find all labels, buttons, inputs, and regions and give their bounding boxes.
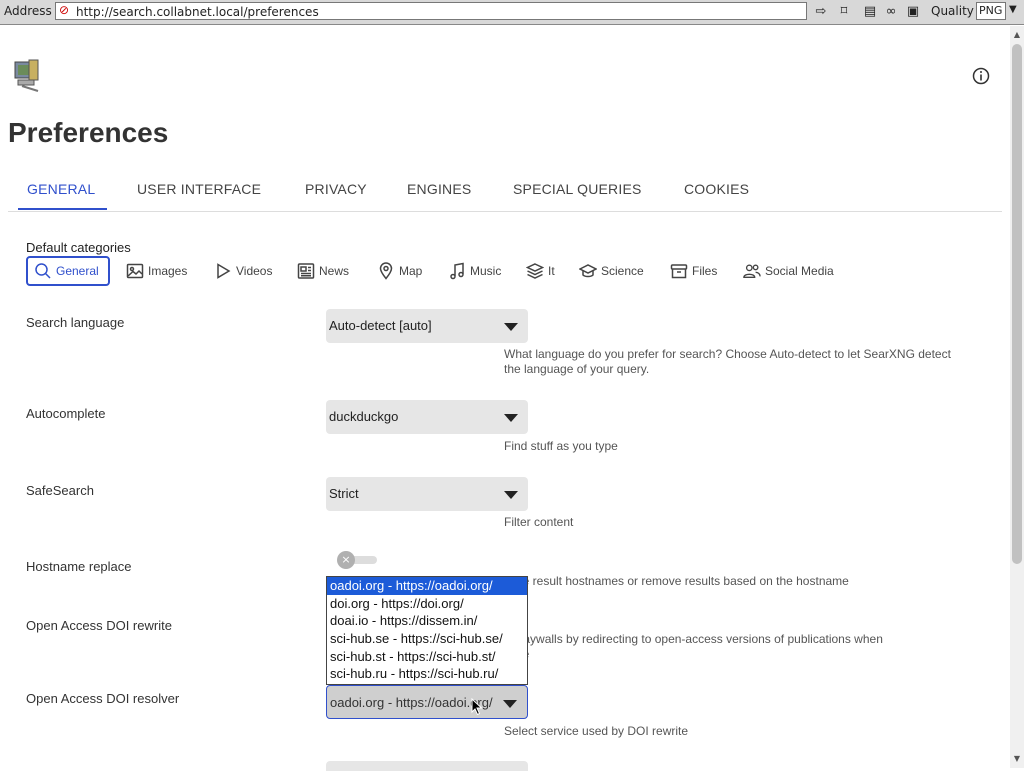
music-icon bbox=[450, 262, 464, 280]
category-videos[interactable]: Videos bbox=[214, 256, 272, 286]
chevron-down-icon bbox=[504, 323, 518, 331]
layers-icon bbox=[526, 263, 544, 279]
autocomplete-select[interactable]: duckduckgo bbox=[326, 400, 528, 434]
mouse-cursor-icon bbox=[471, 698, 483, 716]
image-icon bbox=[126, 263, 144, 279]
page-title: Preferences bbox=[8, 117, 169, 148]
doi-resolver-options: oadoi.org - https://oadoi.org/ doi.org -… bbox=[326, 576, 528, 685]
go-arrow-icon[interactable]: ⇨ bbox=[812, 3, 830, 21]
doi-rewrite-help-line1: id paywalls by redirecting to open-acces… bbox=[504, 632, 883, 646]
close-icon: × bbox=[337, 551, 355, 569]
play-icon bbox=[217, 263, 231, 279]
preferences-tabs: GENERAL USER INTERFACE PRIVACY ENGINES S… bbox=[8, 178, 1002, 212]
app-logo-icon[interactable] bbox=[12, 58, 42, 94]
category-social-media[interactable]: Social Media bbox=[743, 256, 834, 286]
doi-rewrite-label: Open Access DOI rewrite bbox=[26, 618, 172, 633]
autocomplete-help: Find stuff as you type bbox=[504, 439, 618, 453]
doi-resolver-help: Select service used by DOI rewrite bbox=[504, 724, 689, 738]
tab-engines[interactable]: ENGINES bbox=[407, 181, 471, 197]
browser-toolbar: Address ⊘ http://search.collabnet.local/… bbox=[0, 0, 1024, 25]
people-icon bbox=[743, 264, 761, 278]
category-news[interactable]: News bbox=[297, 256, 349, 286]
bookmarks-list-icon[interactable]: ▤ bbox=[861, 3, 879, 21]
hostname-replace-toggle[interactable]: × bbox=[337, 551, 379, 569]
chevron-down-icon bbox=[504, 414, 518, 422]
category-science[interactable]: Science bbox=[579, 256, 644, 286]
map-pin-icon bbox=[379, 262, 393, 280]
next-setting-select[interactable] bbox=[326, 761, 528, 771]
binoculars-icon[interactable]: ∞ bbox=[882, 3, 900, 21]
hostname-replace-label: Hostname replace bbox=[26, 559, 132, 574]
category-list: General Images Videos News Map Music It … bbox=[26, 256, 926, 286]
tab-cookies[interactable]: COOKIES bbox=[684, 181, 749, 197]
scrollbar-thumb[interactable] bbox=[1012, 44, 1022, 564]
hostname-replace-help: write result hostnames or remove results… bbox=[504, 574, 849, 588]
category-general[interactable]: General bbox=[26, 256, 110, 286]
category-music[interactable]: Music bbox=[448, 256, 501, 286]
doi-resolver-option[interactable]: doai.io - https://dissem.in/ bbox=[327, 612, 527, 630]
address-label: Address bbox=[4, 4, 52, 18]
tab-user-interface[interactable]: USER INTERFACE bbox=[137, 181, 261, 197]
chevron-down-icon bbox=[503, 700, 517, 708]
quality-label: Quality bbox=[931, 4, 974, 18]
doi-resolver-option[interactable]: sci-hub.st - https://sci-hub.st/ bbox=[327, 648, 527, 666]
doi-resolver-option[interactable]: doi.org - https://doi.org/ bbox=[327, 595, 527, 613]
address-url[interactable]: http://search.collabnet.local/preference… bbox=[76, 5, 319, 19]
chevron-down-icon bbox=[504, 491, 518, 499]
autocomplete-label: Autocomplete bbox=[26, 406, 106, 421]
search-language-label: Search language bbox=[26, 315, 125, 330]
page-scrollbar[interactable]: ▲ ▼ bbox=[1010, 26, 1024, 768]
newspaper-icon bbox=[297, 263, 315, 279]
category-it[interactable]: It bbox=[526, 256, 555, 286]
active-tab-indicator bbox=[18, 208, 107, 210]
quality-arrow-icon[interactable]: ▼ bbox=[1009, 4, 1017, 15]
quality-select[interactable]: PNG bbox=[976, 2, 1006, 20]
default-categories-label: Default categories bbox=[26, 240, 131, 255]
safesearch-help: Filter content bbox=[504, 515, 574, 529]
doi-resolver-option[interactable]: sci-hub.se - https://sci-hub.se/ bbox=[327, 630, 527, 648]
bookmark-icon[interactable]: ⌑ bbox=[835, 3, 853, 21]
address-bar[interactable]: ⊘ http://search.collabnet.local/preferen… bbox=[55, 2, 807, 20]
doi-resolver-option[interactable]: sci-hub.ru - https://sci-hub.ru/ bbox=[327, 665, 527, 683]
doi-rewrite-help-line2: lable bbox=[504, 647, 964, 662]
tab-general[interactable]: GENERAL bbox=[27, 181, 95, 197]
graduation-cap-icon bbox=[579, 264, 597, 278]
archive-icon bbox=[670, 264, 688, 279]
search-language-select[interactable]: Auto-detect [auto] bbox=[326, 309, 528, 343]
scroll-up-icon[interactable]: ▲ bbox=[1012, 30, 1022, 40]
insecure-icon: ⊘ bbox=[59, 3, 70, 17]
category-images[interactable]: Images bbox=[126, 256, 187, 286]
category-files[interactable]: Files bbox=[670, 256, 717, 286]
search-language-help: What language do you prefer for search? … bbox=[504, 347, 951, 376]
doi-resolver-option[interactable]: oadoi.org - https://oadoi.org/ bbox=[327, 577, 527, 595]
scroll-down-icon[interactable]: ▼ bbox=[1012, 754, 1022, 764]
tab-privacy[interactable]: PRIVACY bbox=[305, 181, 367, 197]
safesearch-label: SafeSearch bbox=[26, 483, 94, 498]
tab-special-queries[interactable]: SPECIAL QUERIES bbox=[513, 181, 642, 197]
doi-resolver-label: Open Access DOI resolver bbox=[26, 691, 180, 706]
category-map[interactable]: Map bbox=[377, 256, 422, 286]
search-icon bbox=[35, 263, 51, 279]
doi-resolver-select[interactable]: oadoi.org - https://oadoi.org/ bbox=[326, 685, 528, 719]
info-icon[interactable] bbox=[972, 67, 990, 85]
clipboard-icon[interactable]: ▣ bbox=[904, 3, 922, 21]
safesearch-select[interactable]: Strict bbox=[326, 477, 528, 511]
